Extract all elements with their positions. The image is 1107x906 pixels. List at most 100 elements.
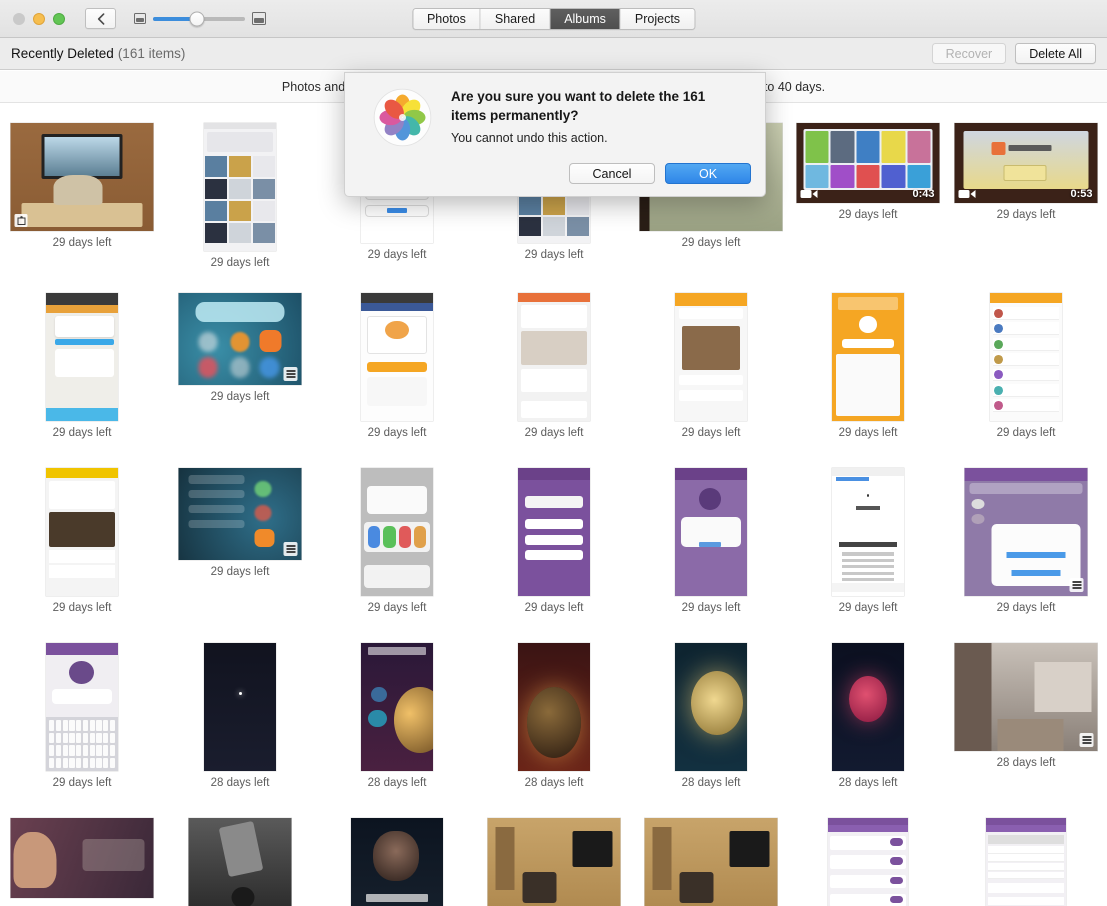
album-subheader: Recently Deleted (161 items) Recover Del… xyxy=(0,38,1107,70)
delete-all-button[interactable]: Delete All xyxy=(1015,43,1096,64)
grid-item[interactable]: 28 days left xyxy=(162,635,318,789)
days-left-caption: 29 days left xyxy=(681,237,741,249)
grid-item[interactable] xyxy=(476,810,632,906)
minimize-window-button[interactable] xyxy=(33,12,45,25)
thumbnail-screenshot[interactable] xyxy=(204,123,276,251)
days-left-caption: 29 days left xyxy=(838,427,898,439)
tab-photos[interactable]: Photos xyxy=(412,8,481,29)
thumbnail-screenshot[interactable] xyxy=(361,468,433,596)
thumbnail-screenshot[interactable] xyxy=(675,293,747,421)
tab-albums[interactable]: Albums xyxy=(550,8,621,29)
grid-item[interactable] xyxy=(633,810,789,906)
grid-item[interactable]: 28 days left xyxy=(476,635,632,789)
thumbnail-screenshot[interactable] xyxy=(675,468,747,596)
thumbnail-photo[interactable] xyxy=(10,123,154,231)
grid-item[interactable]: 29 days left xyxy=(4,115,160,249)
grid-item[interactable]: 28 days left xyxy=(790,635,946,789)
screenshot-badge-icon xyxy=(14,214,28,227)
grid-item[interactable]: 29 days left xyxy=(633,285,789,439)
thumbnail-screenshot[interactable] xyxy=(204,643,276,771)
thumbnail-screenshot[interactable] xyxy=(518,468,590,596)
grid-item[interactable]: 29 days left xyxy=(476,460,632,614)
maximize-window-button[interactable] xyxy=(53,12,65,25)
grid-item[interactable]: 29 days left xyxy=(790,460,946,614)
thumbnail-screenshot[interactable] xyxy=(361,293,433,421)
photo-grid[interactable]: 29 days left 29 days left 29 days left 29 d… xyxy=(0,104,1107,906)
thumbnail-zoom-slider[interactable] xyxy=(134,11,266,26)
days-left-caption: 29 days left xyxy=(52,427,112,439)
grid-item[interactable]: 29 days left xyxy=(948,285,1104,439)
traffic-lights xyxy=(13,12,65,25)
ok-button[interactable]: OK xyxy=(665,163,751,184)
thumbnail-screenshot[interactable] xyxy=(832,293,904,421)
thumbnail-video[interactable]: 0:53 xyxy=(954,123,1098,203)
tab-shared[interactable]: Shared xyxy=(480,8,551,29)
thumbnail-video[interactable]: 0:43 xyxy=(796,123,940,203)
burst-badge-icon xyxy=(283,542,298,556)
grid-item[interactable]: 28 days left xyxy=(633,635,789,789)
thumbnail-art-contacts-list xyxy=(990,293,1062,421)
grid-item[interactable]: 29 days left xyxy=(162,285,318,403)
thumbnail-screenshot[interactable] xyxy=(675,643,747,771)
grid-item[interactable]: 29 days left xyxy=(162,460,318,578)
days-left-caption: 28 days left xyxy=(838,777,898,789)
grid-item[interactable]: 28 days left xyxy=(319,635,475,789)
thumbnail-screenshot[interactable] xyxy=(832,468,904,596)
grid-item[interactable]: 0:53 29 days left xyxy=(948,115,1104,221)
grid-item[interactable]: 29 days left xyxy=(476,285,632,439)
grid-item[interactable]: 29 days left xyxy=(633,460,789,614)
thumbnail-screenshot[interactable] xyxy=(832,643,904,771)
cancel-button[interactable]: Cancel xyxy=(569,163,655,184)
thumbnail-photo[interactable] xyxy=(188,818,292,906)
thumbnail-photo[interactable] xyxy=(178,293,302,385)
back-button[interactable] xyxy=(85,8,116,29)
thumbnail-screenshot[interactable] xyxy=(986,818,1066,906)
grid-item[interactable] xyxy=(319,810,475,906)
thumbnail-screenshot[interactable] xyxy=(361,643,433,771)
thumbnail-screenshot[interactable] xyxy=(518,293,590,421)
burst-badge-icon xyxy=(283,367,298,381)
thumbnail-photo[interactable] xyxy=(351,818,443,906)
grid-item[interactable] xyxy=(162,810,318,906)
photos-app-icon xyxy=(373,88,432,147)
thumbnail-art-gray-share-sheet xyxy=(361,468,433,596)
grid-item[interactable]: 28 days left xyxy=(948,635,1104,769)
thumbnail-screenshot[interactable] xyxy=(964,468,1088,596)
days-left-caption: 29 days left xyxy=(996,427,1056,439)
confirm-delete-dialog: Are you sure you want to delete the 161 … xyxy=(344,72,766,197)
grid-item[interactable] xyxy=(790,810,946,906)
thumbnail-screenshot[interactable] xyxy=(990,293,1062,421)
grid-item[interactable]: 0:43 29 days left xyxy=(790,115,946,221)
view-mode-tabs[interactable]: Photos Shared Albums Projects xyxy=(411,7,696,30)
thumbnail-screenshot[interactable] xyxy=(828,818,908,906)
grid-item[interactable]: 29 days left xyxy=(948,460,1104,614)
grid-item[interactable]: 29 days left xyxy=(319,460,475,614)
grid-item[interactable]: 29 days left xyxy=(4,635,160,789)
grid-item[interactable]: 29 days left xyxy=(4,460,160,614)
thumbnail-screenshot[interactable] xyxy=(46,643,118,771)
thumbnail-photo[interactable] xyxy=(10,818,154,898)
recover-button[interactable]: Recover xyxy=(931,43,1007,64)
thumbnail-screenshot[interactable] xyxy=(518,643,590,771)
thumbnail-photo[interactable] xyxy=(178,468,302,560)
grid-item[interactable]: 29 days left xyxy=(162,115,318,269)
thumbnail-photo[interactable] xyxy=(487,818,621,906)
days-left-caption: 28 days left xyxy=(996,757,1056,769)
thumbnail-photo[interactable] xyxy=(954,643,1098,751)
grid-item[interactable]: 29 days left xyxy=(790,285,946,439)
grid-item[interactable]: 29 days left xyxy=(4,285,160,439)
tab-projects[interactable]: Projects xyxy=(620,8,695,29)
zoom-slider-knob[interactable] xyxy=(189,11,205,26)
burst-badge-icon xyxy=(1079,733,1094,747)
thumbnail-photo[interactable] xyxy=(644,818,778,906)
thumbnail-art-planet-magenta xyxy=(832,643,904,771)
thumbnail-art-viber-file-sending xyxy=(964,468,1088,596)
grid-item[interactable] xyxy=(4,810,160,906)
thumbnail-art-pizza-orange xyxy=(361,293,433,421)
zoom-slider-track[interactable] xyxy=(153,11,245,26)
grid-item[interactable]: 29 days left xyxy=(319,285,475,439)
thumbnail-screenshot[interactable] xyxy=(46,293,118,421)
close-window-button[interactable] xyxy=(13,12,25,25)
grid-item[interactable] xyxy=(948,810,1104,906)
thumbnail-screenshot[interactable] xyxy=(46,468,118,596)
